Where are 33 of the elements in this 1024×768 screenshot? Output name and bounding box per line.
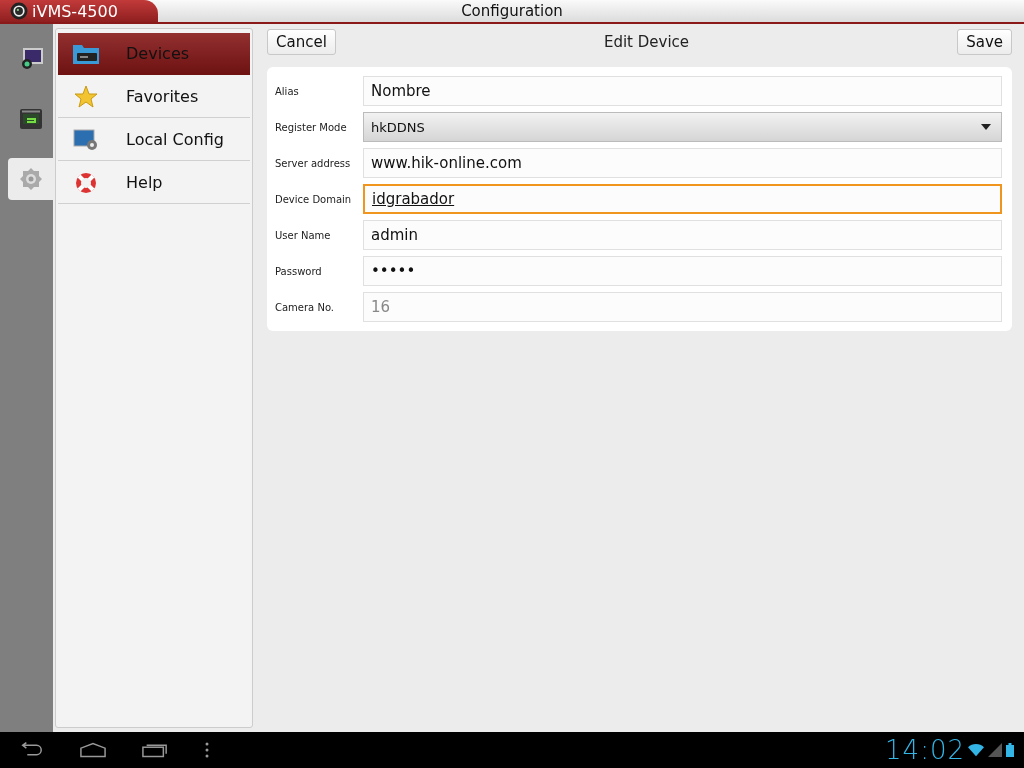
dropdown[interactable]: hkDDNS	[363, 112, 1002, 142]
field-label: Alias	[275, 85, 300, 97]
save-button[interactable]: Save	[957, 29, 1012, 55]
field-label: Camera No.	[275, 301, 336, 313]
input-field[interactable]: idgrabador	[363, 184, 1002, 214]
input-field[interactable]: •••••	[363, 256, 1002, 286]
overflow-menu-icon[interactable]	[204, 742, 210, 758]
recent-apps-icon[interactable]	[142, 742, 168, 758]
input-field[interactable]: admin	[363, 220, 1002, 250]
field-label: Device Domain	[275, 193, 353, 205]
menu-item[interactable]: Local Config	[58, 119, 250, 161]
screen-title: Configuration	[460, 2, 564, 20]
input-field[interactable]: www.hik-online.com	[363, 148, 1002, 178]
field-label: Server address	[275, 157, 352, 169]
wifi-icon	[968, 743, 984, 757]
battery-icon	[1006, 743, 1014, 757]
page-title: Edit Device	[603, 33, 690, 51]
field-label: Password	[275, 265, 323, 277]
film-playback-icon	[17, 106, 44, 132]
clock: 14:02	[885, 735, 965, 765]
camera-lens-icon	[10, 2, 28, 20]
home-icon[interactable]	[80, 742, 106, 758]
monitor-gear-icon	[72, 127, 100, 152]
input-field[interactable]: Nombre	[363, 76, 1002, 106]
cancel-button[interactable]: Cancel	[267, 29, 336, 55]
field-label: User Name	[275, 229, 332, 241]
field-label: Register Mode	[275, 121, 348, 133]
menu-item[interactable]: Help	[58, 162, 250, 204]
star-icon	[72, 84, 100, 109]
menu-item[interactable]: Favorites	[58, 76, 250, 118]
app-name: iVMS-4500	[32, 1, 118, 21]
signal-icon	[987, 743, 1003, 757]
caret-icon	[981, 124, 991, 130]
